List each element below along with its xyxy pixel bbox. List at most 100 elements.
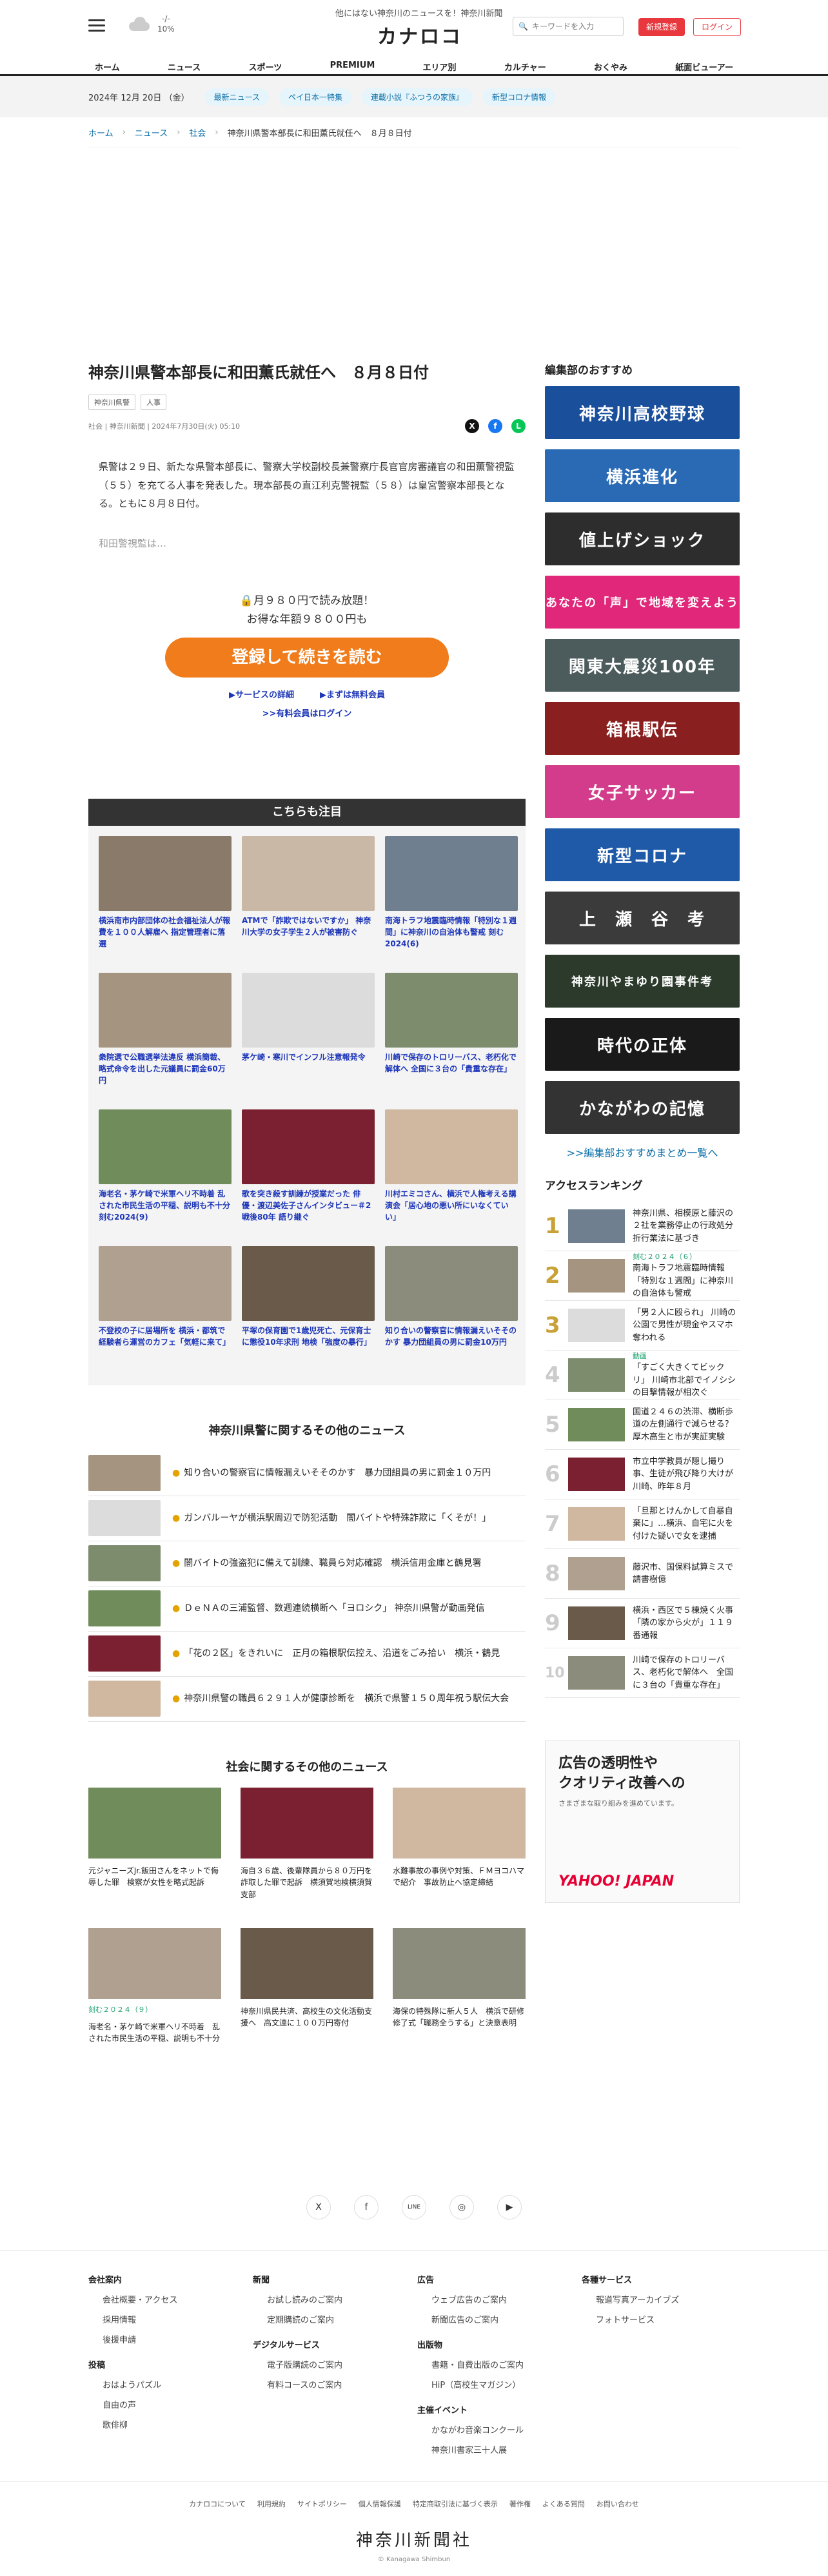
footer-link[interactable]: 電子版購読のご案内 bbox=[253, 2358, 411, 2370]
footer-link[interactable]: 新聞広告のご案内 bbox=[417, 2313, 575, 2325]
police-news-text[interactable]: ● 闇バイトの強盗犯に備えて訓練、職員ら対応確認 横浜信用金庫と鶴見署 bbox=[172, 1556, 482, 1570]
rank-headline[interactable]: 藤沢市、国保料試算ミスで請書樹億 bbox=[633, 1561, 740, 1586]
notice-thumb[interactable] bbox=[385, 1245, 518, 1321]
notice-card[interactable]: 歌を突き殺す訓練が授業だった 俳優・渡辺美佐子さんインタビュー＃2 戦後80年 … bbox=[242, 1109, 375, 1234]
ranking-item[interactable]: 6 市立中学教員が隠し撮り事、生徒が飛び降り大けが 川崎、昨年８月 bbox=[545, 1450, 740, 1499]
footer-bottom-link[interactable]: 特定商取引法に基づく表示 bbox=[413, 2499, 498, 2509]
rank-headline[interactable]: 「旦那とけんかして自暴自棄に」…横浜、自宅に火を付けた疑いで女を逮捕 bbox=[633, 1505, 740, 1543]
notice-card[interactable]: 茅ケ崎・寒川でインフル注意報発令 bbox=[242, 972, 375, 1098]
rank-thumb[interactable] bbox=[568, 1606, 625, 1640]
subscribe-button[interactable]: 登録して続きを読む bbox=[165, 637, 449, 678]
police-news-text[interactable]: ● 知り合いの警察官に情報漏えいそそのかす 暴力団組員の男に罰金１０万円 bbox=[172, 1466, 491, 1480]
footer-link[interactable]: 有料コースのご案内 bbox=[253, 2378, 411, 2390]
instagram-icon[interactable]: ◎ bbox=[449, 2194, 474, 2220]
society-thumb[interactable] bbox=[88, 1927, 221, 1999]
free-member-link[interactable]: ▶まずは無料会員 bbox=[320, 688, 385, 700]
recommend-banner[interactable]: 神奈川高校野球 bbox=[545, 386, 740, 439]
footer-link[interactable]: 後援申請 bbox=[88, 2333, 246, 2345]
notice-thumb[interactable] bbox=[385, 972, 518, 1048]
police-news-headline[interactable]: 闇バイトの強盗犯に備えて訓練、職員ら対応確認 横浜信用金庫と鶴見署 bbox=[184, 1558, 481, 1568]
pill-novel[interactable]: 連載小説『ふつうの家族』 bbox=[362, 88, 473, 106]
rank-thumb[interactable] bbox=[568, 1309, 625, 1342]
breadcrumb-home[interactable]: ホーム bbox=[88, 126, 113, 139]
breadcrumb-society[interactable]: 社会 bbox=[189, 126, 206, 139]
pill-pay[interactable]: ペイ日本一特集 bbox=[279, 88, 351, 106]
society-thumb[interactable] bbox=[88, 1787, 221, 1859]
notice-caption[interactable]: ATMで「詐欺ではないですか」 神奈川大学の女子学生２人が被害防ぐ bbox=[242, 915, 375, 961]
ranking-item[interactable]: 10 川崎で保存のトロリーバス、老朽化で解体へ 全国に３台の「貴重な存在」 bbox=[545, 1648, 740, 1698]
society-thumb[interactable] bbox=[393, 1787, 526, 1859]
notice-card[interactable]: 川村エミコさん、横浜で人権考える講演会「居心地の悪い所にいなくていい」 bbox=[385, 1109, 518, 1234]
footer-link[interactable]: 会社概要・アクセス bbox=[88, 2293, 246, 2305]
police-news-headline[interactable]: 神奈川県警の職員６２９１人が健康診断を 横浜で県警１５０周年祝う駅伝大会 bbox=[184, 1693, 509, 1704]
recommend-banner[interactable]: 女子サッカー bbox=[545, 765, 740, 818]
police-news-item[interactable]: ● 知り合いの警察官に情報漏えいそそのかす 暴力団組員の男に罰金１０万円 bbox=[88, 1451, 526, 1496]
society-caption[interactable]: 元ジャニーズJr.飯田さんをネットで侮辱した罪 検察が女性を略式起訴 bbox=[88, 1865, 221, 1917]
notice-thumb[interactable] bbox=[385, 1109, 518, 1184]
rank-thumb[interactable] bbox=[568, 1507, 625, 1541]
x-share-icon[interactable]: X bbox=[465, 419, 479, 433]
notice-card[interactable]: 川崎で保存のトロリーバス、老朽化で解体へ 全国に３台の「貴重な存在」 bbox=[385, 972, 518, 1098]
x-icon[interactable]: X bbox=[306, 2194, 331, 2220]
notice-card[interactable]: 衆院選で公職選挙法違反 横浜簡裁、略式命令を出した元議員に罰金60万円 bbox=[99, 972, 232, 1098]
nav-item-home[interactable]: ホーム bbox=[88, 57, 126, 77]
rank-headline[interactable]: 神奈川県、相模原と藤沢の２社を業務停止の行政処分 折行業法に基づき bbox=[633, 1207, 740, 1245]
rank-text[interactable]: 川崎で保存のトロリーバス、老朽化で解体へ 全国に３台の「貴重な存在」 bbox=[633, 1654, 740, 1692]
recommend-banner[interactable]: 値上げショック bbox=[545, 512, 740, 565]
footer-bottom-link[interactable]: お問い合わせ bbox=[596, 2499, 639, 2509]
notice-caption[interactable]: 南海トラフ地震臨時情報「特別な１週間」に神奈川の自治体も警戒 刻む2024(6) bbox=[385, 915, 518, 961]
recommend-banner[interactable]: 箱根駅伝 bbox=[545, 702, 740, 755]
facebook-icon[interactable]: f bbox=[354, 2194, 379, 2220]
footer-link[interactable]: 書籍・自費出版のご案内 bbox=[417, 2358, 575, 2370]
police-news-item[interactable]: ● ＤｅＮＡの三浦監督、数週連続横断へ「ヨロシク」 神奈川県警が動画発信 bbox=[88, 1586, 526, 1632]
footer-bottom-link[interactable]: カナロコについて bbox=[189, 2499, 246, 2509]
breadcrumb-news[interactable]: ニュース bbox=[135, 126, 168, 139]
police-news-headline[interactable]: 「花の２区」をきれいに 正月の箱根駅伝控え、沿道をごみ拾い 横浜・鶴見 bbox=[184, 1648, 500, 1659]
recommend-banner[interactable]: 関東大震災100年 bbox=[545, 639, 740, 692]
ranking-item[interactable]: 8 藤沢市、国保料試算ミスで請書樹億 bbox=[545, 1549, 740, 1599]
notice-thumb[interactable] bbox=[242, 835, 375, 911]
notice-card[interactable]: 海老名・茅ケ崎で米軍ヘリ不時着 乱された市民生活の平穏、説明も不十分 刻む202… bbox=[99, 1109, 232, 1234]
rank-text[interactable]: 神奈川県、相模原と藤沢の２社を業務停止の行政処分 折行業法に基づき bbox=[633, 1207, 740, 1245]
footer-bottom-link[interactable]: 利用規約 bbox=[257, 2499, 286, 2509]
notice-card[interactable]: ATMで「詐欺ではないですか」 神奈川大学の女子学生２人が被害防ぐ bbox=[242, 835, 375, 961]
search-input[interactable] bbox=[531, 22, 616, 31]
police-news-text[interactable]: ● ガンバルーヤが横浜駅周辺で防犯活動 闇バイトや特殊詐欺に「くそが！」 bbox=[172, 1511, 491, 1525]
footer-bottom-link[interactable]: よくある質問 bbox=[542, 2499, 585, 2509]
society-thumb[interactable] bbox=[241, 1927, 373, 1999]
rank-headline[interactable]: 「男２人に殴られ」 川崎の公園で男性が現金やスマホ奪われる bbox=[633, 1307, 740, 1345]
society-caption[interactable]: 海老名・茅ケ崎で米軍ヘリ不時着 乱された市民生活の平穏、説明も不十分 bbox=[88, 2021, 221, 2073]
society-card[interactable]: 元ジャニーズJr.飯田さんをネットで侮辱した罪 検察が女性を略式起訴 bbox=[88, 1787, 221, 1917]
site-logo[interactable]: カナロコ bbox=[377, 21, 462, 49]
footer-link[interactable]: 歌俳柳 bbox=[88, 2418, 246, 2430]
notice-thumb[interactable] bbox=[242, 1109, 375, 1184]
nav-item-viewer[interactable]: 紙面ビューアー bbox=[669, 57, 740, 77]
rank-headline[interactable]: 南海トラフ地震臨時情報「特別な１週間」に神奈川の自治体も警戒 bbox=[633, 1262, 740, 1300]
society-card[interactable]: 海自３６歳、後輩隊員から８０万円を詐取した罪で起訴 横須賀地検横須賀支部 bbox=[241, 1787, 373, 1917]
notice-caption[interactable]: 衆院選で公職選挙法違反 横浜簡裁、略式命令を出した元議員に罰金60万円 bbox=[99, 1051, 232, 1098]
search-box[interactable]: 🔍 bbox=[513, 17, 624, 36]
footer-link[interactable]: 自由の声 bbox=[88, 2398, 246, 2410]
rank-headline[interactable]: 市立中学教員が隠し撮り事、生徒が飛び降り大けが 川崎、昨年８月 bbox=[633, 1456, 740, 1494]
ranking-item[interactable]: 7 「旦那とけんかして自暴自棄に」…横浜、自宅に火を付けた疑いで女を逮捕 bbox=[545, 1499, 740, 1549]
rank-headline[interactable]: 「すごく大きくてビックリ」 川崎市北部でイノシシの目撃情報が相次ぐ bbox=[633, 1361, 740, 1400]
notice-thumb[interactable] bbox=[99, 835, 232, 911]
nav-item-news[interactable]: ニュース bbox=[161, 57, 207, 77]
rank-text[interactable]: 刻む２０２４（６） 南海トラフ地震臨時情報「特別な１週間」に神奈川の自治体も警戒 bbox=[633, 1252, 740, 1300]
ranking-item[interactable]: 4 動画 「すごく大きくてビックリ」 川崎市北部でイノシシの目撃情報が相次ぐ bbox=[545, 1351, 740, 1400]
police-news-text[interactable]: ● 神奈川県警の職員６２９１人が健康診断を 横浜で県警１５０周年祝う駅伝大会 bbox=[172, 1692, 509, 1706]
society-card[interactable]: 神奈川県民共済、高校生の文化活動支援へ 高文連に１００万円寄付 bbox=[241, 1927, 373, 2073]
footer-link[interactable]: フォトサービス bbox=[582, 2313, 740, 2325]
police-news-text[interactable]: ● 「花の２区」をきれいに 正月の箱根駅伝控え、沿道をごみ拾い 横浜・鶴見 bbox=[172, 1646, 500, 1661]
recommend-banner[interactable]: 神奈川やまゆり園事件考 bbox=[545, 955, 740, 1008]
society-caption[interactable]: 神奈川県民共済、高校生の文化活動支援へ 高文連に１００万円寄付 bbox=[241, 2005, 373, 2057]
rank-thumb[interactable] bbox=[568, 1458, 625, 1491]
rank-thumb[interactable] bbox=[568, 1259, 625, 1293]
nav-item-area[interactable]: エリア別 bbox=[417, 57, 463, 77]
society-thumb[interactable] bbox=[241, 1787, 373, 1859]
notice-card[interactable]: 知り合いの警察官に情報漏えいそそのかす 暴力団組員の男に罰金10万円 bbox=[385, 1245, 518, 1371]
rank-headline[interactable]: 川崎で保存のトロリーバス、老朽化で解体へ 全国に３台の「貴重な存在」 bbox=[633, 1654, 740, 1692]
footer-bottom-link[interactable]: 著作権 bbox=[509, 2499, 531, 2509]
recommend-banner[interactable]: かながわの記憶 bbox=[545, 1081, 740, 1134]
police-news-thumb[interactable] bbox=[88, 1455, 161, 1491]
